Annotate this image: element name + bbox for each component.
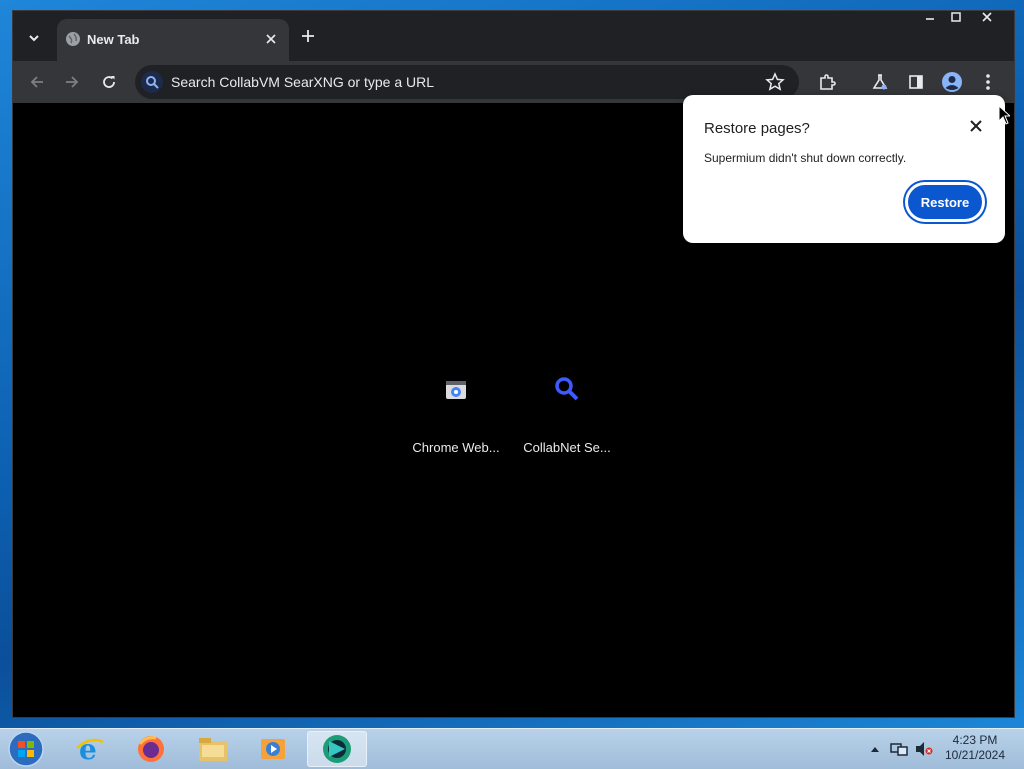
close-window-button[interactable] bbox=[975, 11, 999, 31]
maximize-button[interactable] bbox=[944, 11, 968, 31]
taskbar: e 4:23 PM 10/21/2024 bbox=[0, 728, 1024, 769]
media-player-icon bbox=[261, 739, 285, 759]
arrow-left-icon bbox=[30, 76, 43, 88]
extensions-button[interactable] bbox=[815, 70, 839, 94]
clock-date: 10/21/2024 bbox=[944, 748, 1006, 762]
tab-title: New Tab bbox=[87, 32, 140, 47]
shortcut-collabnet-search[interactable]: CollabNet Se... bbox=[511, 365, 623, 455]
taskbar-internet-explorer[interactable]: e bbox=[62, 731, 118, 767]
tab-close-button[interactable] bbox=[261, 29, 281, 49]
profile-avatar-icon bbox=[942, 72, 962, 92]
close-icon bbox=[982, 12, 992, 22]
volume-tray-button[interactable] bbox=[913, 737, 935, 761]
search-icon bbox=[141, 71, 163, 93]
shortcut-chrome-web-store[interactable]: Chrome Web... bbox=[400, 365, 512, 455]
flask-icon bbox=[872, 74, 888, 90]
search-icon bbox=[551, 373, 583, 405]
taskbar-supermium[interactable] bbox=[307, 731, 367, 767]
dialog-title: Restore pages? bbox=[704, 120, 810, 137]
taskbar-file-explorer[interactable] bbox=[185, 731, 241, 767]
file-explorer-icon bbox=[199, 738, 227, 761]
taskbar-media-player[interactable] bbox=[245, 731, 301, 767]
more-vert-icon bbox=[986, 74, 990, 90]
plus-icon bbox=[302, 30, 314, 42]
minimize-button[interactable] bbox=[918, 11, 942, 31]
start-orb-icon[interactable] bbox=[6, 730, 46, 768]
omnibox-placeholder: Search CollabVM SearXNG or type a URL bbox=[171, 74, 434, 90]
side-panel-icon bbox=[909, 75, 923, 89]
tab-strip: New Tab bbox=[13, 11, 1014, 61]
bookmark-star-icon[interactable] bbox=[765, 72, 785, 92]
reload-button[interactable] bbox=[97, 70, 121, 94]
internet-explorer-icon: e bbox=[76, 734, 104, 764]
supermium-icon bbox=[323, 735, 351, 763]
volume-muted-icon bbox=[916, 742, 933, 756]
shortcut-label: CollabNet Se... bbox=[523, 440, 611, 455]
network-icon bbox=[890, 743, 908, 756]
globe-icon bbox=[66, 32, 80, 46]
close-icon bbox=[266, 34, 276, 44]
omnibox[interactable]: Search CollabVM SearXNG or type a URL bbox=[135, 65, 799, 99]
network-tray-button[interactable] bbox=[888, 737, 910, 761]
minimize-icon bbox=[926, 18, 934, 20]
shortcut-label: Chrome Web... bbox=[412, 440, 500, 455]
chevron-down-icon bbox=[29, 35, 39, 42]
reload-icon bbox=[103, 76, 115, 88]
tab-search-button[interactable] bbox=[21, 25, 47, 51]
close-icon[interactable] bbox=[967, 117, 985, 135]
new-tab-button[interactable] bbox=[296, 25, 320, 49]
firefox-icon bbox=[138, 736, 164, 762]
restore-pages-dialog: Restore pages? Supermium didn't shut dow… bbox=[683, 95, 1005, 243]
profile-button[interactable] bbox=[940, 70, 964, 94]
menu-button[interactable] bbox=[976, 70, 1000, 94]
back-button[interactable] bbox=[25, 70, 49, 94]
labs-button[interactable] bbox=[868, 70, 892, 94]
chevron-up-icon bbox=[871, 747, 879, 752]
chrome-web-store-icon bbox=[440, 373, 472, 405]
puzzle-icon bbox=[820, 74, 836, 90]
mouse-cursor-icon bbox=[998, 105, 1010, 125]
forward-button[interactable] bbox=[60, 70, 84, 94]
dialog-message: Supermium didn't shut down correctly. bbox=[704, 151, 907, 165]
side-panel-button[interactable] bbox=[904, 70, 928, 94]
system-clock[interactable]: 4:23 PM 10/21/2024 bbox=[940, 733, 1010, 763]
show-hidden-icons-button[interactable] bbox=[868, 737, 882, 761]
tab-new-tab[interactable]: New Tab bbox=[57, 19, 289, 61]
clock-time: 4:23 PM bbox=[952, 733, 998, 747]
svg-text:e: e bbox=[79, 734, 97, 764]
taskbar-firefox[interactable] bbox=[123, 731, 179, 767]
restore-button[interactable]: Restore bbox=[905, 182, 985, 222]
arrow-right-icon bbox=[66, 76, 79, 88]
maximize-icon bbox=[951, 12, 961, 22]
